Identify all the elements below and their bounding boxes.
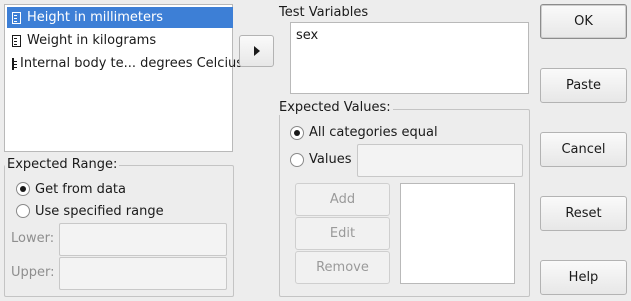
list-item-label: Weight in kilograms xyxy=(27,33,157,48)
list-item[interactable]: Internal body te... degrees Celcius xyxy=(7,53,243,74)
values-list[interactable] xyxy=(400,183,515,284)
source-variable-list[interactable]: Height in millimeters Weight in kilogram… xyxy=(4,4,243,152)
upper-input[interactable] xyxy=(59,257,227,290)
ok-button[interactable]: OK xyxy=(540,4,627,39)
lower-label: Lower: xyxy=(11,231,55,246)
get-from-data-radio[interactable] xyxy=(16,182,30,196)
help-button[interactable]: Help xyxy=(540,260,627,295)
get-from-data-label[interactable]: Get from data xyxy=(35,182,126,197)
all-categories-equal-label[interactable]: All categories equal xyxy=(309,125,438,140)
edit-button[interactable]: Edit xyxy=(295,217,390,250)
list-item-label: Height in millimeters xyxy=(27,10,164,25)
scale-variable-icon xyxy=(12,34,21,47)
use-specified-range-label[interactable]: Use specified range xyxy=(35,204,164,219)
scale-variable-icon xyxy=(12,11,21,24)
test-variables-list[interactable]: sex xyxy=(290,22,529,94)
remove-button[interactable]: Remove xyxy=(295,251,390,284)
expected-values-title: Expected Values: xyxy=(277,100,393,115)
upper-label: Upper: xyxy=(11,265,55,280)
list-item[interactable]: sex xyxy=(296,28,318,43)
reset-button[interactable]: Reset xyxy=(540,196,627,231)
list-item[interactable]: Height in millimeters xyxy=(7,7,233,28)
use-specified-range-radio[interactable] xyxy=(16,204,30,218)
paste-button[interactable]: Paste xyxy=(540,68,627,103)
list-item[interactable]: Weight in kilograms xyxy=(7,30,233,51)
triangle-right-icon xyxy=(253,46,260,56)
list-item-label: Internal body te... degrees Celcius xyxy=(20,56,244,71)
move-variable-button[interactable] xyxy=(239,35,274,67)
add-button[interactable]: Add xyxy=(295,183,390,216)
values-input[interactable] xyxy=(357,144,523,177)
cancel-button[interactable]: Cancel xyxy=(540,132,627,167)
scale-variable-icon xyxy=(12,57,17,70)
all-categories-equal-radio[interactable] xyxy=(290,126,304,140)
expected-range-title: Expected Range: xyxy=(5,157,120,172)
values-radio[interactable] xyxy=(290,153,304,167)
test-variables-title: Test Variables xyxy=(279,5,369,20)
values-label[interactable]: Values xyxy=(309,152,351,167)
lower-input[interactable] xyxy=(59,223,227,256)
